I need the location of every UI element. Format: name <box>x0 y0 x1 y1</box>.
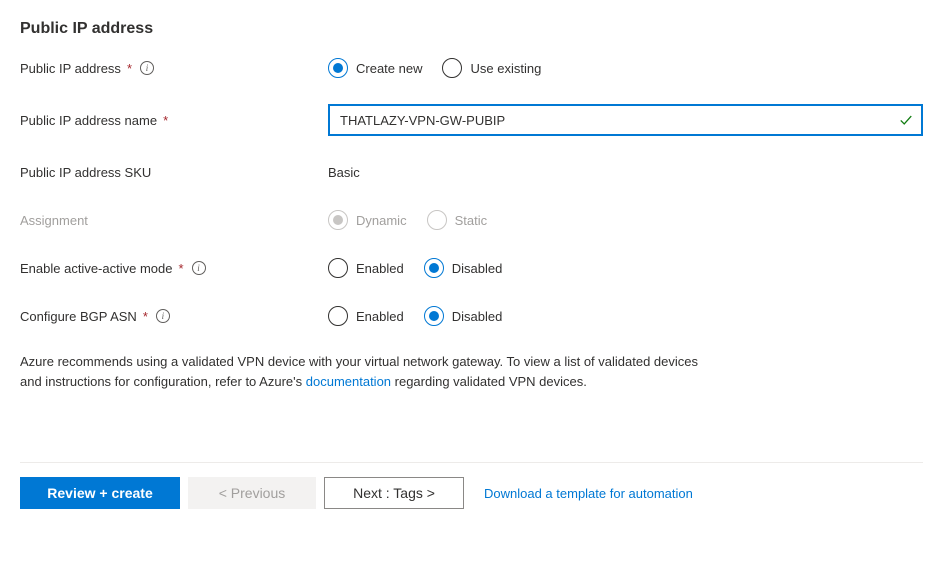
footer: Review + create < Previous Next : Tags >… <box>20 462 923 509</box>
radio-circle-icon <box>442 58 462 78</box>
required-indicator: * <box>127 61 132 76</box>
label-public-ip-name: Public IP address name * <box>20 113 328 128</box>
radio-assignment-dynamic: Dynamic <box>328 210 407 230</box>
required-indicator: * <box>178 261 183 276</box>
radio-active-enabled[interactable]: Enabled <box>328 258 404 278</box>
radio-group-public-ip-address: Create new Use existing <box>328 58 923 78</box>
info-icon[interactable]: i <box>156 309 170 323</box>
public-ip-name-input[interactable] <box>328 104 923 136</box>
advisory-text: Azure recommends using a validated VPN d… <box>20 352 720 392</box>
radio-use-existing[interactable]: Use existing <box>442 58 541 78</box>
radio-group-bgp-asn: Enabled Disabled <box>328 306 923 326</box>
label-public-ip-sku: Public IP address SKU <box>20 165 328 180</box>
radio-circle-icon <box>328 210 348 230</box>
row-active-active: Enable active-active mode * i Enabled Di… <box>20 256 923 280</box>
radio-circle-icon <box>424 306 444 326</box>
row-public-ip-name: Public IP address name * <box>20 104 923 136</box>
label-assignment: Assignment <box>20 213 328 228</box>
previous-button: < Previous <box>188 477 316 509</box>
info-icon[interactable]: i <box>140 61 154 75</box>
radio-bgp-disabled[interactable]: Disabled <box>424 306 503 326</box>
info-icon[interactable]: i <box>192 261 206 275</box>
row-public-ip-address: Public IP address * i Create new Use exi… <box>20 56 923 80</box>
row-bgp-asn: Configure BGP ASN * i Enabled Disabled <box>20 304 923 328</box>
radio-circle-icon <box>328 306 348 326</box>
radio-create-new[interactable]: Create new <box>328 58 422 78</box>
section-title: Public IP address <box>20 20 923 38</box>
radio-circle-icon <box>328 258 348 278</box>
radio-circle-icon <box>328 58 348 78</box>
value-public-ip-sku: Basic <box>328 165 360 180</box>
review-create-button[interactable]: Review + create <box>20 477 180 509</box>
radio-circle-icon <box>427 210 447 230</box>
label-bgp-asn: Configure BGP ASN * i <box>20 309 328 324</box>
radio-group-active-active: Enabled Disabled <box>328 258 923 278</box>
required-indicator: * <box>143 309 148 324</box>
required-indicator: * <box>163 113 168 128</box>
row-public-ip-sku: Public IP address SKU Basic <box>20 160 923 184</box>
radio-group-assignment: Dynamic Static <box>328 210 923 230</box>
row-assignment: Assignment Dynamic Static <box>20 208 923 232</box>
radio-assignment-static: Static <box>427 210 488 230</box>
next-button[interactable]: Next : Tags > <box>324 477 464 509</box>
radio-bgp-enabled[interactable]: Enabled <box>328 306 404 326</box>
radio-circle-icon <box>424 258 444 278</box>
input-wrapper-public-ip-name <box>328 104 923 136</box>
download-template-link[interactable]: Download a template for automation <box>484 486 693 501</box>
radio-active-disabled[interactable]: Disabled <box>424 258 503 278</box>
advisory-documentation-link[interactable]: documentation <box>306 374 391 389</box>
label-active-active: Enable active-active mode * i <box>20 261 328 276</box>
label-public-ip-address: Public IP address * i <box>20 61 328 76</box>
